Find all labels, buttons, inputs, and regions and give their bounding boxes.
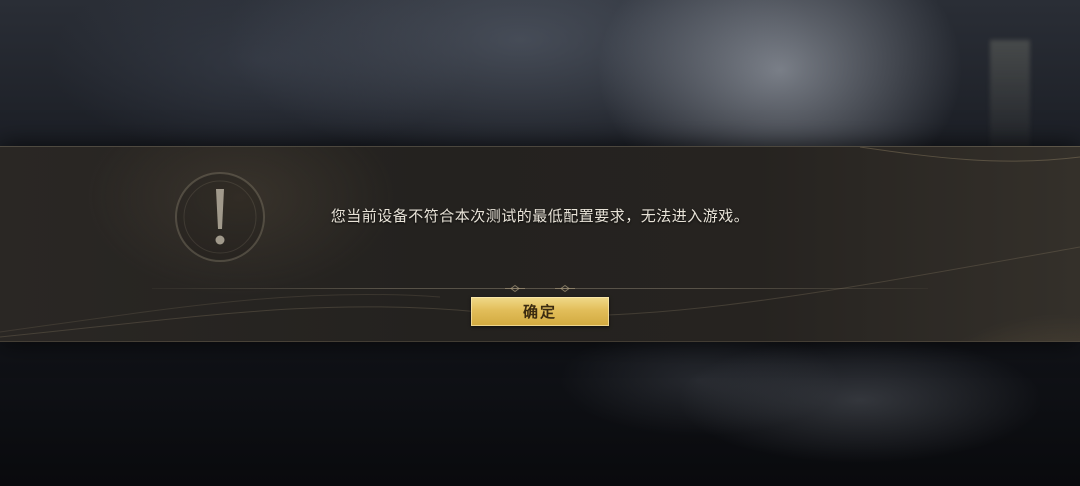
warning-message: 您当前设备不符合本次测试的最低配置要求，无法进入游戏。 [330,207,750,225]
divider-ornament [505,284,575,293]
game-background: 您当前设备不符合本次测试的最低配置要求，无法进入游戏。 确定 [0,0,1080,486]
background-scenery [990,40,1030,150]
confirm-button[interactable]: 确定 [471,297,609,326]
alert-dialog: 您当前设备不符合本次测试的最低配置要求，无法进入游戏。 确定 [0,146,1080,342]
